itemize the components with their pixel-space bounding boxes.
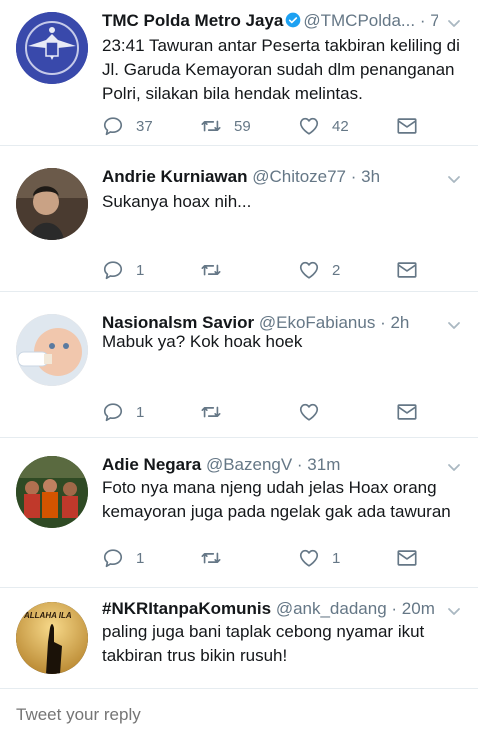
retweet-count: 59 bbox=[234, 117, 251, 135]
reply-count: 1 bbox=[136, 403, 145, 421]
baby-avatar-icon bbox=[16, 314, 88, 386]
direct-message-button[interactable] bbox=[396, 114, 418, 138]
tweet[interactable]: Adie Negara @BazengV · 31m Foto nya mana… bbox=[0, 438, 478, 588]
direct-message-button[interactable] bbox=[396, 400, 418, 424]
envelope-icon bbox=[396, 547, 418, 569]
author-handle[interactable]: @Chitoze77 bbox=[252, 167, 346, 186]
avatar[interactable]: ALLAHA ILA bbox=[16, 602, 88, 674]
crowd-photo-avatar-icon bbox=[16, 456, 88, 528]
police-emblem-icon bbox=[16, 12, 88, 84]
reply-input[interactable] bbox=[16, 705, 462, 725]
direct-message-button[interactable] bbox=[396, 546, 418, 570]
timestamp: · 7h bbox=[419, 11, 438, 30]
tweet-actions: 1 bbox=[102, 400, 448, 424]
reply-icon bbox=[102, 115, 124, 137]
heart-icon bbox=[298, 547, 320, 569]
heart-icon bbox=[298, 115, 320, 137]
tweet[interactable]: ALLAHA ILA #NKRItanpaKomunis @ank_dadang… bbox=[0, 588, 478, 688]
avatar-caption: ALLAHA ILA bbox=[24, 611, 72, 620]
chevron-down-icon[interactable] bbox=[446, 459, 462, 475]
reply-button[interactable]: 1 bbox=[102, 400, 144, 424]
reply-composer bbox=[0, 688, 478, 740]
tweet-text: Mabuk ya? Kok hoak hoek bbox=[102, 332, 303, 351]
like-count: 42 bbox=[332, 117, 349, 135]
timestamp: · 3h bbox=[346, 167, 381, 186]
author-handle[interactable]: @ank_dadang bbox=[276, 599, 387, 618]
person-avatar-icon bbox=[16, 168, 88, 240]
tweet[interactable]: TMC Polda Metro Jaya @TMCPolda... · 7h 23… bbox=[0, 0, 478, 146]
reply-button[interactable]: 1 bbox=[102, 258, 144, 282]
author-handle[interactable]: @BazengV bbox=[206, 455, 292, 474]
author-name[interactable]: TMC Polda Metro Jaya bbox=[102, 11, 283, 30]
retweet-icon bbox=[200, 401, 222, 423]
like-count: 1 bbox=[332, 549, 341, 567]
chevron-down-icon[interactable] bbox=[446, 171, 462, 187]
envelope-icon bbox=[396, 115, 418, 137]
tweet-text: paling juga bani taplak cebong nyamar ik… bbox=[102, 622, 425, 665]
tweet-actions: 1 1 bbox=[102, 546, 448, 570]
timestamp: · 20m bbox=[386, 599, 435, 618]
heart-icon bbox=[298, 259, 320, 281]
reply-icon bbox=[102, 259, 124, 281]
envelope-icon bbox=[396, 401, 418, 423]
like-count: 2 bbox=[332, 261, 341, 279]
heart-icon bbox=[298, 401, 320, 423]
reply-count: 1 bbox=[136, 261, 145, 279]
reply-button[interactable]: 37 bbox=[102, 114, 153, 138]
reply-icon bbox=[102, 547, 124, 569]
direct-message-button[interactable] bbox=[396, 258, 418, 282]
avatar[interactable] bbox=[16, 314, 88, 386]
retweet-button[interactable] bbox=[200, 400, 234, 424]
avatar[interactable] bbox=[16, 12, 88, 84]
retweet-button[interactable] bbox=[200, 546, 234, 570]
timestamp: · 31m bbox=[292, 455, 341, 474]
author-name[interactable]: Adie Negara bbox=[102, 455, 201, 474]
retweet-button[interactable] bbox=[200, 258, 234, 282]
reply-count: 1 bbox=[136, 549, 145, 567]
author-name[interactable]: #NKRItanpaKomunis bbox=[102, 599, 271, 618]
verified-badge-icon bbox=[286, 12, 301, 28]
tweet-text: Foto nya mana njeng udah jelas Hoax oran… bbox=[102, 478, 451, 521]
retweet-icon bbox=[200, 547, 222, 569]
chevron-down-icon[interactable] bbox=[446, 15, 462, 31]
retweet-button[interactable]: 59 bbox=[200, 114, 251, 138]
avatar[interactable] bbox=[16, 168, 88, 240]
tweet-text: Sukanya hoax nih... bbox=[102, 192, 252, 211]
tweet-text: 23:41 Tawuran antar Peserta takbiran kel… bbox=[102, 36, 460, 103]
reply-count: 37 bbox=[136, 117, 153, 135]
reply-icon bbox=[102, 401, 124, 423]
retweet-icon bbox=[200, 259, 222, 281]
like-button[interactable]: 42 bbox=[298, 114, 349, 138]
retweet-icon bbox=[200, 115, 222, 137]
author-handle[interactable]: @TMCPolda... bbox=[303, 11, 415, 30]
avatar[interactable] bbox=[16, 456, 88, 528]
tweet[interactable]: Nasionalsm Savior @EkoFabianus · 2h Mabu… bbox=[0, 292, 478, 438]
like-button[interactable]: 2 bbox=[298, 258, 340, 282]
tweet-actions: 1 2 bbox=[102, 258, 448, 282]
envelope-icon bbox=[396, 259, 418, 281]
like-button[interactable]: 1 bbox=[298, 546, 340, 570]
tweet[interactable]: Andrie Kurniawan @Chitoze77 · 3h Sukanya… bbox=[0, 146, 478, 292]
reply-button[interactable]: 1 bbox=[102, 546, 144, 570]
chevron-down-icon[interactable] bbox=[446, 603, 462, 619]
tweet-actions: 37 59 42 bbox=[102, 114, 448, 138]
author-name[interactable]: Andrie Kurniawan bbox=[102, 167, 247, 186]
like-button[interactable] bbox=[298, 400, 332, 424]
